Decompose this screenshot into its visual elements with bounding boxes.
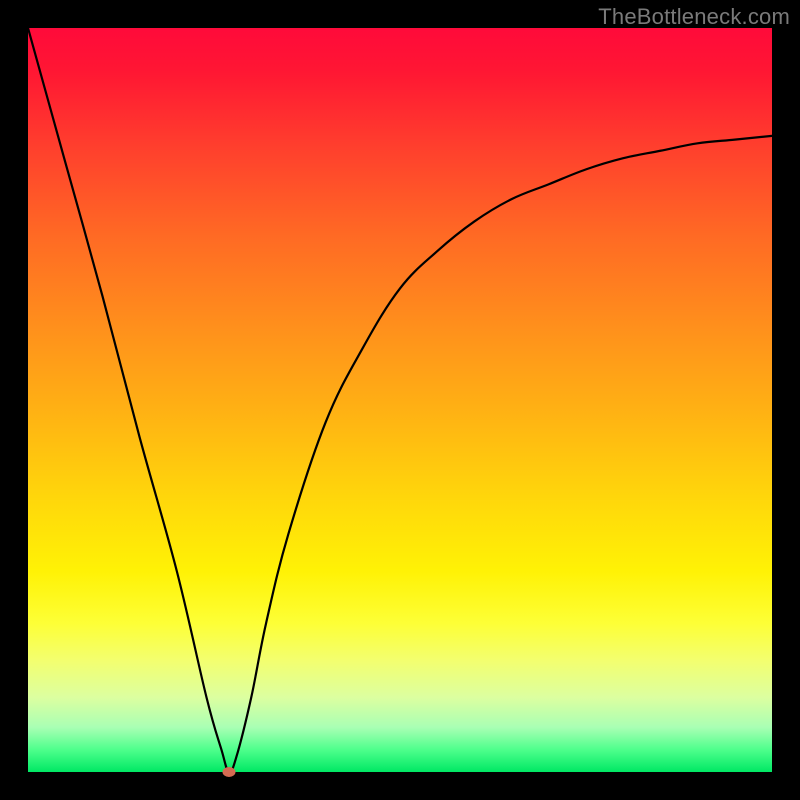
- chart-frame: TheBottleneck.com: [0, 0, 800, 800]
- attribution-text: TheBottleneck.com: [598, 4, 790, 30]
- plot-area: [28, 28, 772, 772]
- bottleneck-curve: [28, 28, 772, 772]
- minimum-marker: [222, 767, 235, 777]
